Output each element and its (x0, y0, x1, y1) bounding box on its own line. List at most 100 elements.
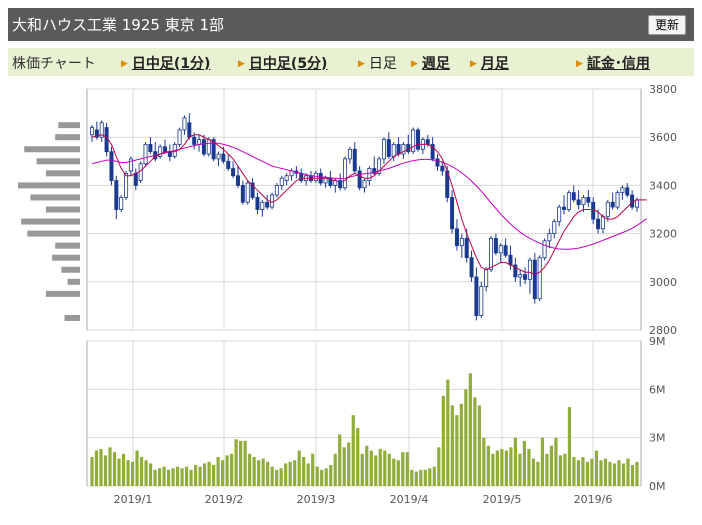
volume-bar (324, 468, 328, 486)
candle-down (352, 148, 357, 172)
candle-down (576, 199, 581, 206)
volume-bar (585, 461, 590, 486)
volume-bar (203, 463, 207, 486)
candle-down (396, 144, 401, 155)
volume-bar (171, 468, 175, 486)
volume-bar (351, 415, 355, 486)
volume-bar (360, 453, 364, 486)
volume-bar (621, 463, 626, 486)
volume-bar (216, 457, 220, 486)
x-tick-label: 2019/2 (205, 493, 244, 506)
candle-up (479, 286, 484, 316)
volume-bar (576, 460, 581, 486)
candle-down (357, 170, 362, 189)
volume-bar (126, 460, 130, 486)
volume-bar (545, 453, 549, 486)
candle-down (162, 146, 167, 153)
price-tick-label: 3000 (649, 276, 677, 289)
volume-bar (446, 379, 450, 486)
volume-bar (504, 450, 508, 486)
volume-bar (230, 453, 234, 486)
volume-bar (459, 403, 463, 486)
volume-bar (306, 463, 310, 486)
volume-bar (270, 466, 274, 486)
candle-down (240, 184, 245, 203)
volume-bar (491, 453, 495, 486)
candle-up (245, 182, 250, 203)
candle-down (133, 172, 138, 186)
candle-up (119, 197, 124, 210)
candle-down (591, 201, 596, 220)
volume-bar (225, 455, 229, 486)
candle-up (197, 139, 202, 145)
volume-bar (590, 458, 594, 486)
candle-up (566, 192, 571, 210)
volume-bar (518, 453, 522, 486)
volume-bar (266, 461, 270, 486)
volume-bar (414, 471, 418, 486)
volume-profile-bar (18, 182, 80, 189)
volume-bar (338, 434, 342, 486)
candle-down (425, 139, 430, 145)
volume-bar (387, 453, 391, 486)
volume-bar (540, 437, 545, 486)
volume-bar (275, 469, 279, 486)
volume-tick-label: 0M (649, 480, 666, 493)
volume-bar (608, 461, 612, 486)
candle-down (625, 187, 630, 196)
volume-bar (212, 465, 216, 486)
x-tick-label: 2019/1 (114, 493, 153, 506)
candle-up (459, 238, 464, 247)
volume-profile-bar (27, 230, 80, 237)
candle-up (182, 117, 187, 131)
volume-bar (302, 457, 306, 486)
candle-up (347, 148, 352, 160)
candle-up (343, 158, 348, 189)
volume-bar (121, 453, 126, 486)
volume-bar (257, 460, 261, 486)
volume-bar (401, 452, 405, 486)
candle-down (114, 180, 119, 210)
volume-bar (356, 428, 360, 486)
candle-down (192, 136, 197, 145)
candle-down (508, 254, 513, 266)
candle-up (547, 233, 552, 242)
volume-bar (333, 453, 337, 486)
volume-bar (626, 458, 630, 486)
stock-chart: 3800360034003200300028009M6M3M0M2019/1 20… (18, 83, 677, 506)
volume-bar (117, 458, 121, 486)
candle-down (469, 257, 474, 278)
volume-bar (396, 460, 400, 486)
volume-bar (572, 457, 576, 486)
volume-profile-bar (30, 194, 80, 201)
volume-bar (549, 445, 554, 486)
candle-down (610, 201, 615, 208)
volume-bar (612, 463, 617, 486)
volume-bar (482, 437, 486, 486)
candle-up (615, 192, 620, 208)
candle-down (523, 274, 528, 280)
volume-bar (410, 469, 414, 486)
volume-bar (189, 469, 193, 486)
candle-down (235, 175, 240, 186)
volume-bar (347, 442, 351, 486)
volume-bar (365, 445, 369, 486)
volume-bar (157, 468, 162, 486)
volume-bar (320, 469, 324, 486)
volume-bar (536, 461, 540, 486)
volume-bar (441, 395, 445, 486)
volume-bar (234, 439, 238, 486)
volume-bar (374, 455, 378, 486)
candle-up (581, 197, 586, 206)
volume-bar (311, 453, 315, 486)
volume-bar (130, 461, 135, 486)
volume-bar (288, 461, 292, 486)
candle-down (435, 158, 440, 167)
candle-up (124, 172, 129, 198)
volume-bar (94, 450, 99, 486)
volume-bar (477, 405, 481, 486)
volume-bar (90, 457, 94, 486)
volume-tick-label: 6M (649, 383, 666, 396)
volume-bar (630, 465, 635, 486)
candle-up (600, 216, 605, 230)
